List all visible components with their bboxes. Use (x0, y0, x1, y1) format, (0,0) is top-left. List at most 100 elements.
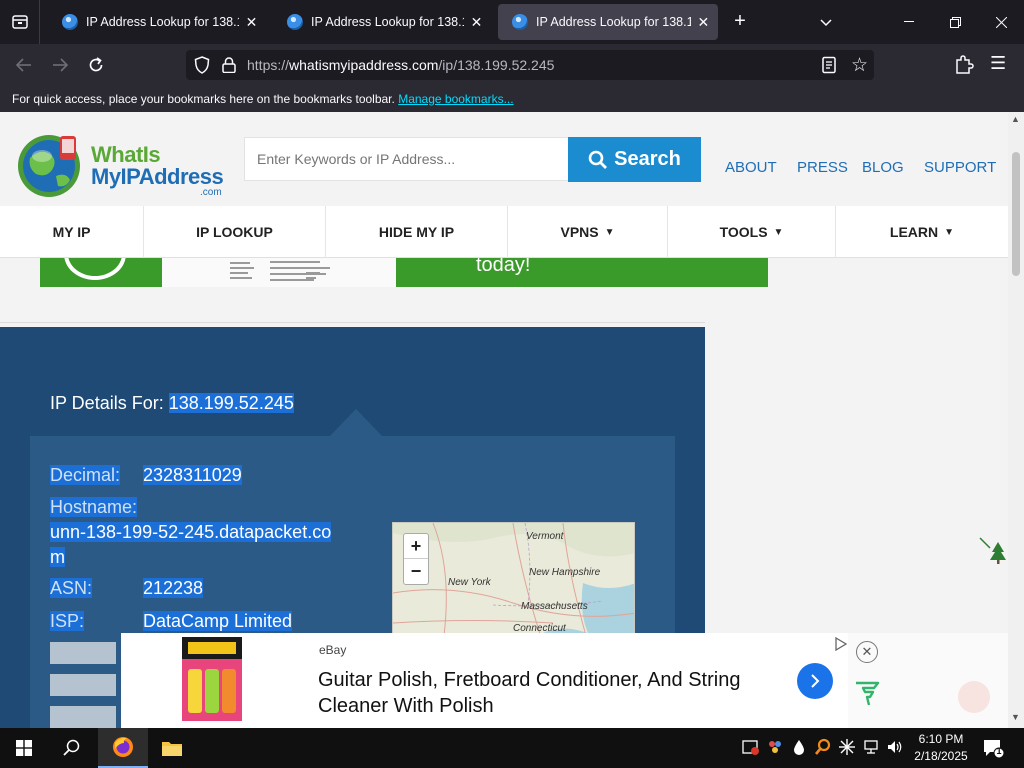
chat-bubble-icon[interactable] (958, 681, 990, 713)
decimal-label: Decimal: (50, 465, 121, 485)
adchoices-icon[interactable] (834, 637, 848, 651)
lock-icon[interactable] (222, 57, 236, 73)
scroll-down-icon[interactable]: ▼ (1011, 712, 1020, 722)
tab-1[interactable]: IP Address Lookup for 138.199.52.245 ✕ (48, 4, 266, 40)
close-tab-icon[interactable]: ✕ (470, 14, 483, 31)
search-tray-icon[interactable] (814, 738, 832, 756)
obscured-row-label (50, 642, 116, 664)
zoom-in-button[interactable]: + (404, 534, 428, 559)
manage-bookmarks-link[interactable]: Manage bookmarks... (398, 92, 513, 106)
address-bar[interactable]: https://whatismyipaddress.com/ip/138.199… (186, 50, 874, 80)
reload-button[interactable] (82, 52, 110, 78)
caret-down-icon: ▼ (944, 226, 955, 238)
caret-down-icon: ▼ (604, 226, 615, 238)
zoom-out-button[interactable]: − (404, 559, 428, 584)
start-button[interactable] (0, 728, 48, 768)
ad-close-button[interactable]: ✕ (856, 641, 878, 663)
tab-3-active[interactable]: IP Address Lookup for 138.199.52.245 ✕ (498, 4, 718, 40)
notification-count: 1 (996, 746, 1002, 756)
vertical-scrollbar[interactable]: ▲ ▼ (1008, 112, 1024, 728)
nav-my-ip[interactable]: MY IP (0, 206, 144, 258)
close-tab-icon[interactable]: ✕ (697, 14, 710, 31)
about-link[interactable]: ABOUT (725, 159, 777, 176)
ad-controls: ✕ (835, 633, 1008, 728)
hamburger-menu-icon[interactable]: ☰ (990, 53, 1006, 74)
decimal-value-cell: 2328311029 (143, 463, 242, 487)
ad-headline[interactable]: Guitar Polish, Fretboard Conditioner, An… (318, 667, 778, 719)
nav-hide-my-ip[interactable]: HIDE MY IP (326, 206, 508, 258)
isp-value: DataCamp Limited (143, 611, 293, 631)
list-all-tabs-button[interactable] (0, 0, 40, 44)
water-drop-tray-icon[interactable] (790, 738, 808, 756)
obscured-row-label (50, 674, 116, 696)
banner-text: today! (476, 258, 531, 276)
bookmarks-toolbar: For quick access, place your bookmarks h… (0, 86, 1024, 112)
nav-learn[interactable]: LEARN ▼ (836, 206, 1008, 258)
logo-text-com: .com (200, 187, 222, 198)
asn-value: 212238 (143, 578, 204, 598)
minimize-button[interactable] (886, 0, 932, 44)
url-path: /ip/138.199.52.245 (438, 57, 555, 73)
nav-vpns[interactable]: VPNS ▼ (508, 206, 668, 258)
nav-label: VPNS (560, 224, 599, 240)
scroll-up-icon[interactable]: ▲ (1011, 114, 1020, 124)
isp-label: ISP: (50, 611, 85, 631)
firefox-taskbar-button[interactable] (98, 728, 148, 768)
decimal-row: Decimal: (50, 463, 121, 487)
hostname-label: Hostname: (50, 497, 138, 517)
logo-text-myipaddress: MyIPAddress (91, 164, 224, 189)
sparkle-tray-icon[interactable] (838, 738, 856, 756)
system-clock[interactable]: 6:10 PM 2/18/2025 (908, 731, 974, 765)
promo-banner[interactable]: today! (40, 258, 768, 287)
blog-link[interactable]: BLOG (862, 159, 904, 176)
folder-icon (162, 742, 182, 756)
main-navigation: MY IP IP LOOKUP HIDE MY IP VPNS ▼ TOOLS ▼ … (0, 206, 1008, 258)
new-tab-button[interactable]: + (728, 10, 752, 34)
bookmark-star-icon[interactable]: ☆ (851, 54, 868, 77)
asn-row: ASN: (50, 576, 93, 600)
globe-favicon-icon (62, 14, 78, 30)
location-map[interactable]: + − Vermont New Hampshire New York Massa… (392, 522, 635, 642)
restore-button[interactable] (932, 0, 978, 44)
action-center-button[interactable]: 1 (982, 738, 1005, 759)
banner-circle-graphic (64, 258, 126, 280)
reader-view-icon[interactable] (820, 56, 838, 74)
panel-notch (330, 409, 382, 436)
search-button[interactable]: Search (568, 137, 701, 182)
tab-2[interactable]: IP Address Lookup for 138.199.52.245 ✕ (273, 4, 491, 40)
map-label: New Hampshire (529, 567, 601, 578)
volume-tray-icon[interactable] (886, 738, 904, 756)
close-tab-icon[interactable]: ✕ (245, 14, 258, 31)
close-window-button[interactable] (978, 0, 1024, 44)
search-input[interactable] (244, 137, 570, 181)
nav-ip-lookup[interactable]: IP LOOKUP (144, 206, 326, 258)
people-tray-icon[interactable] (766, 738, 784, 756)
globe-favicon-icon (287, 14, 303, 30)
hostname-row: Hostname: (50, 495, 138, 519)
support-link[interactable]: SUPPORT (924, 159, 996, 176)
extensions-puzzle-icon[interactable] (952, 54, 976, 76)
security-tray-icon[interactable] (742, 738, 760, 756)
url-prefix: https:// (247, 57, 290, 73)
firefox-icon (113, 737, 133, 757)
freestar-logo-icon[interactable] (854, 681, 880, 707)
tab-title: IP Address Lookup for 138.199.52.245 (311, 15, 464, 29)
ad-go-button[interactable] (797, 663, 833, 699)
url-text[interactable]: https://whatismyipaddress.com/ip/138.199… (247, 57, 554, 73)
search-taskbar-button[interactable] (48, 728, 96, 768)
back-button[interactable] (10, 52, 38, 78)
chevron-down-icon[interactable] (814, 10, 838, 34)
shield-icon[interactable] (194, 56, 210, 74)
tree-icon[interactable] (978, 536, 1008, 566)
nav-tools[interactable]: TOOLS ▼ (668, 206, 836, 258)
site-logo[interactable]: WhatIs MyIPAddress .com (16, 130, 226, 202)
file-explorer-taskbar-button[interactable] (148, 728, 196, 768)
ip-address-value[interactable]: 138.199.52.245 (168, 393, 294, 413)
search-button-label: Search (614, 148, 681, 170)
scrollbar-thumb[interactable] (1012, 152, 1020, 276)
forward-button[interactable] (46, 52, 74, 78)
ad-banner[interactable]: eBay Guitar Polish, Fretboard Conditione… (121, 633, 848, 728)
network-tray-icon[interactable] (862, 738, 880, 756)
ad-product-image (178, 635, 246, 723)
press-link[interactable]: PRESS (797, 159, 848, 176)
